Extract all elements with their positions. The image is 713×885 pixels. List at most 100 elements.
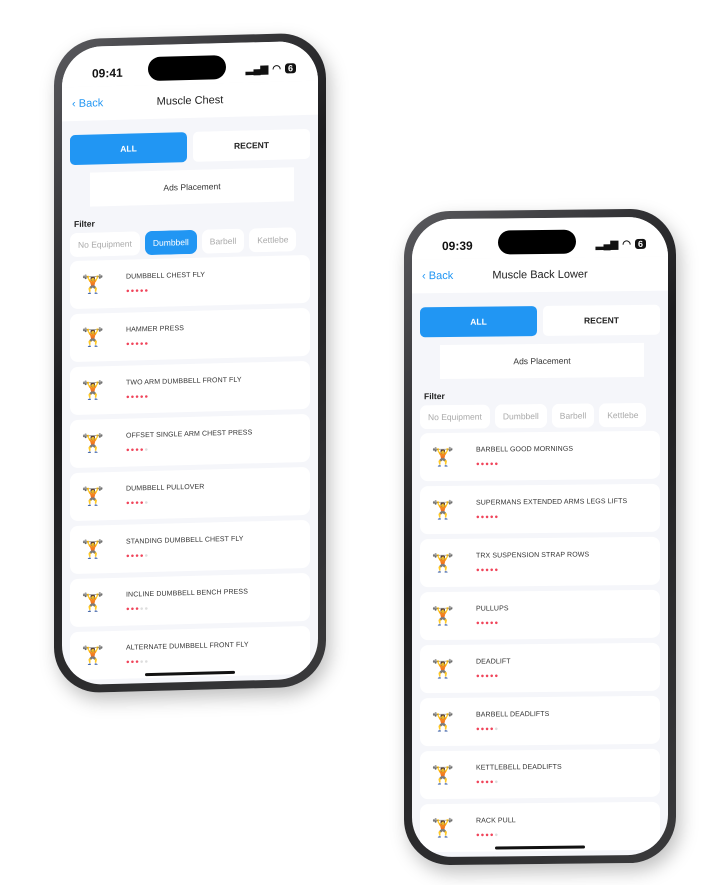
exercise-figure-icon: 🏋 (81, 644, 105, 666)
tab-all[interactable]: ALL (420, 306, 537, 338)
wifi-icon: ◠ (272, 63, 281, 75)
list-item[interactable]: 🏋 PULLUPS ●●●●● (420, 589, 660, 641)
rating-drop-icon: ● (494, 619, 500, 626)
filter-chip[interactable]: Dumbbell (494, 403, 547, 429)
back-label: Back (78, 97, 104, 110)
list-item[interactable]: 🏋 TRX SUSPENSION STRAP ROWS ●●●●● (420, 536, 660, 588)
tab-all[interactable]: ALL (70, 132, 187, 166)
status-time: 09:39 (442, 238, 473, 254)
exercise-name: SUPERMANS EXTENDED ARMS LEGS LIFTS (476, 497, 628, 507)
exercise-name: DEADLIFT (476, 657, 511, 666)
rating-drop-icon: ● (144, 287, 150, 294)
difficulty-rating: ●●●●● (476, 832, 516, 838)
battery-icon: 6 (634, 238, 646, 250)
exercise-figure-icon: 🏋 (431, 605, 455, 626)
exercise-name: BARBELL GOOD MORNINGS (476, 445, 574, 454)
rating-drop-icon: ● (494, 831, 500, 838)
rating-drop-icon: ● (144, 552, 150, 559)
list-item[interactable]: 🏋 KETTLEBELL DEADLIFTS ●●●●● (420, 748, 660, 800)
exercise-figure-icon: 🏋 (431, 552, 455, 573)
signal-icon: ▂▄▆ (245, 63, 269, 76)
exercise-name: TWO ARM DUMBBELL FRONT FLY (126, 376, 242, 387)
filter-chip[interactable]: No Equipment (420, 404, 490, 430)
back-button[interactable]: ‹ Back (72, 97, 103, 110)
battery-icon: 6 (284, 63, 296, 74)
exercise-figure-icon: 🏋 (81, 538, 105, 560)
ads-placement[interactable]: Ads Placement (440, 342, 644, 380)
exercise-figure-icon: 🏋 (81, 432, 105, 454)
exercise-name: DUMBBELL PULLOVER (126, 483, 205, 493)
rating-drop-icon: ● (144, 446, 150, 453)
list-item[interactable]: 🏋 RACK PULL ●●●●● (420, 801, 660, 853)
list-item[interactable]: 🏋 DUMBBELL PULLOVER ●●●●● (70, 466, 310, 522)
rating-drop-icon: ● (144, 605, 150, 612)
exercise-figure-icon: 🏋 (81, 485, 105, 507)
nav-bar: ‹ Back Muscle Back Lower (412, 256, 668, 294)
filter-chip[interactable]: Kettlebe (249, 227, 297, 253)
segmented-control: ALL RECENT (412, 291, 668, 338)
exercise-figure-icon: 🏋 (431, 446, 455, 467)
exercise-figure-icon: 🏋 (431, 817, 455, 838)
chevron-left-icon: ‹ (72, 97, 79, 111)
exercise-figure-icon: 🏋 (431, 711, 455, 732)
exercise-figure-icon: 🏋 (431, 658, 455, 679)
chevron-left-icon: ‹ (422, 270, 429, 283)
difficulty-rating: ●●●●● (126, 656, 249, 666)
exercise-name: TRX SUSPENSION STRAP ROWS (476, 550, 590, 560)
list-item[interactable]: 🏋 DEADLIFT ●●●●● (420, 642, 660, 694)
back-label: Back (428, 269, 454, 283)
list-item[interactable]: 🏋 BARBELL DEADLIFTS ●●●●● (420, 695, 660, 747)
exercise-figure-icon: 🏋 (81, 273, 105, 295)
list-item[interactable]: 🏋 BARBELL GOOD MORNINGS ●●●●● (420, 430, 660, 482)
difficulty-rating: ●●●●● (126, 340, 184, 348)
rating-drop-icon: ● (494, 460, 500, 467)
list-item[interactable]: 🏋 INCLINE DUMBBELL BENCH PRESS ●●●●● (70, 572, 310, 628)
exercise-name: BARBELL DEADLIFTS (476, 710, 550, 719)
exercise-name: PULLUPS (476, 604, 509, 613)
app-screen: 09:41 ▂▄▆ ◠ 6 ‹ Back Muscle Chest ALL RECE… (62, 40, 318, 686)
rating-drop-icon: ● (144, 499, 150, 506)
list-item[interactable]: 🏋 STANDING DUMBBELL CHEST FLY ●●●●● (70, 519, 310, 575)
difficulty-rating: ●●●●● (476, 460, 573, 467)
exercise-name: OFFSET SINGLE ARM CHEST PRESS (126, 428, 253, 440)
list-item[interactable]: 🏋 SUPERMANS EXTENDED ARMS LEGS LIFTS ●●●… (420, 483, 660, 535)
filter-chip[interactable]: No Equipment (70, 231, 140, 258)
nav-bar: ‹ Back Muscle Chest (62, 80, 318, 122)
filter-chip[interactable]: Barbell (551, 403, 595, 428)
back-button[interactable]: ‹ Back (422, 270, 453, 282)
exercise-name: RACK PULL (476, 816, 516, 825)
difficulty-rating: ●●●●● (126, 550, 244, 560)
difficulty-rating: ●●●●● (476, 673, 511, 679)
app-screen: 09:39 ▂▄▆ ◠ 6 ‹ Back Muscle Back Lower ALL… (412, 216, 668, 858)
ads-placement[interactable]: Ads Placement (90, 167, 294, 207)
filter-chips: No Equipment Dumbbell Barbell Kettlebe (412, 402, 668, 430)
list-item[interactable]: 🏋 OFFSET SINGLE ARM CHEST PRESS ●●●●● (70, 413, 310, 469)
exercise-list: 🏋 BARBELL GOOD MORNINGS ●●●●● 🏋 SUPERMAN… (412, 427, 668, 853)
difficulty-rating: ●●●●● (476, 513, 627, 520)
exercise-figure-icon: 🏋 (431, 764, 455, 785)
rating-drop-icon: ● (494, 725, 500, 732)
difficulty-rating: ●●●●● (476, 566, 589, 573)
list-item[interactable]: 🏋 TWO ARM DUMBBELL FRONT FLY ●●●●● (70, 360, 310, 416)
signal-icon: ▂▄▆ (595, 238, 619, 250)
tab-recent[interactable]: RECENT (543, 304, 660, 336)
filter-chip[interactable]: Barbell (201, 228, 245, 254)
filter-chip[interactable]: Dumbbell (144, 229, 197, 256)
wifi-icon: ◠ (622, 238, 631, 250)
difficulty-rating: ●●●●● (476, 778, 562, 785)
exercise-figure-icon: 🏋 (81, 379, 105, 401)
filter-label: Filter (424, 390, 445, 402)
tab-recent[interactable]: RECENT (193, 128, 310, 162)
exercise-name: KETTLEBELL DEADLIFTS (476, 763, 562, 772)
filter-chip[interactable]: Kettlebe (599, 402, 647, 428)
phone-muscle-back-lower: 09:39 ▂▄▆ ◠ 6 ‹ Back Muscle Back Lower ALL… (404, 208, 676, 866)
dynamic-island (148, 55, 226, 82)
rating-drop-icon: ● (494, 566, 500, 573)
exercise-name: DUMBBELL CHEST FLY (126, 271, 206, 281)
list-item[interactable]: 🏋 DUMBBELL CHEST FLY ●●●●● (70, 254, 310, 310)
exercise-name: STANDING DUMBBELL CHEST FLY (126, 535, 244, 546)
difficulty-rating: ●●●●● (126, 498, 204, 507)
segmented-control: ALL RECENT (62, 115, 318, 166)
exercise-figure-icon: 🏋 (81, 591, 105, 613)
list-item[interactable]: 🏋 HAMMER PRESS ●●●●● (70, 307, 310, 363)
